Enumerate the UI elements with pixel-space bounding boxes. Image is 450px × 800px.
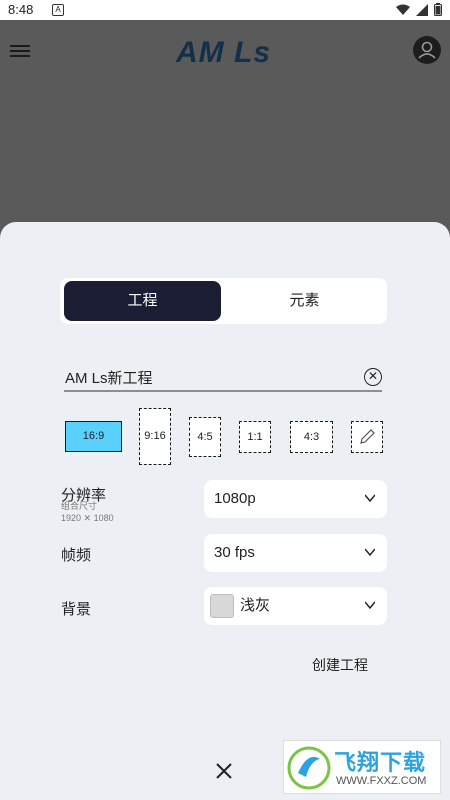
ratio-9-16[interactable]: 9:16 (139, 408, 171, 465)
project-name-field: ✕ (64, 366, 382, 392)
tab-bar: 工程 元素 (60, 278, 387, 324)
ratio-label: 4:3 (303, 431, 320, 443)
close-icon[interactable] (213, 760, 235, 782)
status-icons (396, 3, 442, 16)
chevron-down-icon (365, 494, 375, 503)
pencil-icon (360, 429, 375, 444)
background-select[interactable]: 浅灰 (204, 587, 387, 625)
ratio-label: 4:5 (197, 431, 213, 443)
battery-icon (434, 3, 442, 16)
create-project-button[interactable]: 创建工程 (312, 655, 368, 675)
notification-icon: A (52, 4, 64, 16)
watermark-url: WWW.FXXZ.COM (336, 775, 427, 787)
color-swatch (210, 594, 234, 618)
watermark-logo-icon (287, 746, 331, 790)
new-project-sheet: 工程 元素 ✕ 16:9 9:16 4:5 1:1 4:3 分辨率 组合尺寸 1… (0, 222, 450, 800)
avatar[interactable] (413, 36, 441, 64)
status-time: 8:48 (8, 2, 34, 17)
ratio-4-3[interactable]: 4:3 (290, 421, 333, 453)
resolution-size: 1920 ✕ 1080 (61, 513, 114, 523)
watermark: 飞翔下载 WWW.FXXZ.COM (283, 740, 441, 794)
ratio-1-1[interactable]: 1:1 (239, 421, 271, 453)
ratio-label: 16:9 (82, 430, 105, 442)
ratio-4-5[interactable]: 4:5 (189, 417, 221, 457)
user-icon (418, 41, 436, 59)
chevron-down-icon (365, 548, 375, 557)
tab-project[interactable]: 工程 (64, 281, 221, 321)
ratio-16-9[interactable]: 16:9 (65, 421, 122, 452)
tab-elements[interactable]: 元素 (226, 281, 383, 321)
ratio-label: 1:1 (247, 431, 263, 443)
frame-rate-select[interactable]: 30 fps (204, 534, 387, 572)
clear-icon[interactable]: ✕ (364, 368, 382, 386)
project-name-input[interactable] (64, 366, 355, 388)
resolution-sub-label: 组合尺寸 (61, 501, 98, 511)
background-label: 背景 (61, 601, 92, 618)
ratio-custom[interactable] (351, 421, 383, 453)
signal-icon (416, 3, 428, 16)
resolution-value: 1080p (214, 490, 256, 507)
resolution-select[interactable]: 1080p (204, 480, 387, 518)
menu-icon[interactable] (10, 42, 30, 58)
app-logo: AM Ls (176, 36, 271, 69)
wifi-icon (396, 4, 410, 15)
ratio-label: 9:16 (144, 430, 166, 442)
chevron-down-icon (365, 601, 375, 610)
frame-rate-label: 帧频 (61, 547, 92, 564)
background-value: 浅灰 (240, 597, 271, 614)
frame-rate-value: 30 fps (214, 544, 255, 561)
status-bar: 8:48 A (0, 0, 450, 20)
watermark-text: 飞翔下载 (334, 750, 427, 775)
